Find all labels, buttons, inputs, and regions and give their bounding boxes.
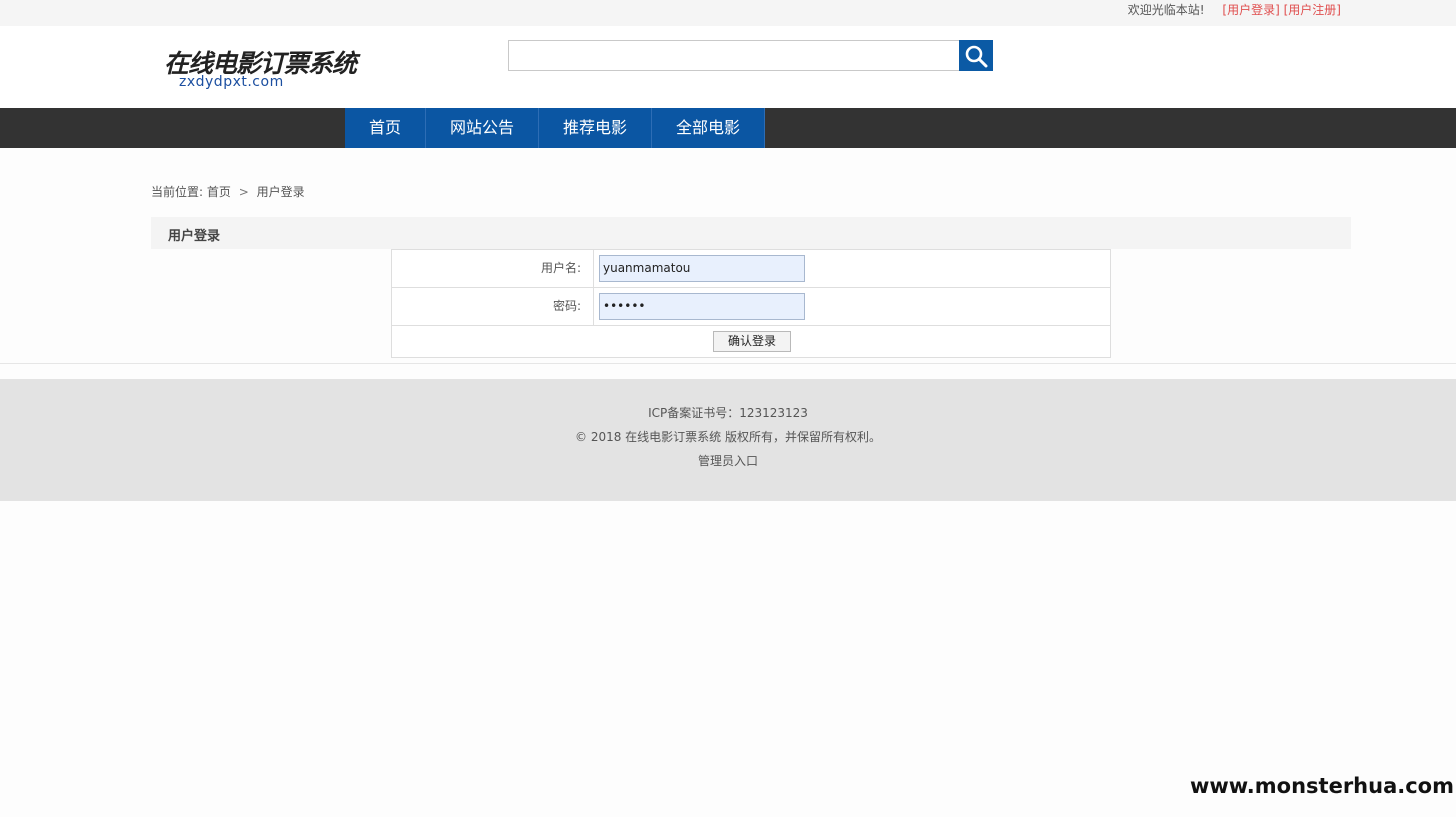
submit-row: 确认登录 bbox=[392, 326, 1110, 357]
login-form: 用户名: yuanmamatou 密码: •••••• 确认登录 bbox=[391, 249, 1111, 358]
search-input[interactable] bbox=[508, 40, 960, 71]
password-row: 密码: •••••• bbox=[392, 288, 1110, 326]
nav-item-announcements[interactable]: 网站公告 bbox=[426, 108, 539, 148]
search-button[interactable] bbox=[959, 40, 993, 71]
main-nav: 首页 网站公告 推荐电影 全部电影 bbox=[0, 108, 1456, 148]
header: 在线电影订票系统 zxdydpxt.com bbox=[0, 26, 1456, 108]
icp-text: ICP备案证书号：123123123 bbox=[648, 406, 808, 420]
breadcrumb: 当前位置: 首页 > 用户登录 bbox=[151, 183, 305, 200]
nav-item-home[interactable]: 首页 bbox=[345, 108, 426, 148]
breadcrumb-current: 用户登录 bbox=[256, 185, 305, 199]
nav-item-all-movies[interactable]: 全部电影 bbox=[652, 108, 765, 148]
logo-domain: zxdydpxt.com bbox=[179, 74, 284, 90]
top-bar: 欢迎光临本站! [用户登录] [用户注册] bbox=[0, 0, 1456, 26]
nav-item-recommended-movies[interactable]: 推荐电影 bbox=[539, 108, 652, 148]
username-field[interactable]: yuanmamatou bbox=[599, 255, 805, 282]
breadcrumb-home[interactable]: 首页 bbox=[207, 185, 231, 199]
admin-link[interactable]: 管理员入口 bbox=[0, 452, 1456, 469]
login-submit-button[interactable]: 确认登录 bbox=[713, 331, 791, 352]
section-header: 用户登录 bbox=[151, 217, 1351, 249]
chevron-right-icon: > bbox=[238, 185, 249, 199]
register-link[interactable]: [用户注册] bbox=[1284, 3, 1341, 17]
welcome-text: 欢迎光临本站! bbox=[1127, 3, 1205, 17]
top-bar-links: 欢迎光临本站! [用户登录] [用户注册] bbox=[1128, 2, 1341, 18]
username-row: 用户名: yuanmamatou bbox=[392, 250, 1110, 288]
password-label: 密码: bbox=[392, 288, 594, 325]
section-title: 用户登录 bbox=[168, 229, 221, 244]
copyright-text: © 2018 在线电影订票系统 版权所有，并保留所有权利。 bbox=[575, 430, 881, 444]
footer: ICP备案证书号：123123123 © 2018 在线电影订票系统 版权所有，… bbox=[0, 379, 1456, 501]
search-icon bbox=[965, 45, 988, 68]
watermark-text: www.monsterhua.com bbox=[1189, 774, 1454, 798]
footer-divider bbox=[0, 363, 1456, 364]
breadcrumb-prefix: 当前位置: bbox=[151, 185, 204, 199]
password-field[interactable]: •••••• bbox=[599, 293, 805, 320]
username-label: 用户名: bbox=[392, 250, 594, 287]
login-link[interactable]: [用户登录] bbox=[1222, 3, 1279, 17]
site-logo[interactable]: 在线电影订票系统 zxdydpxt.com bbox=[164, 44, 357, 94]
